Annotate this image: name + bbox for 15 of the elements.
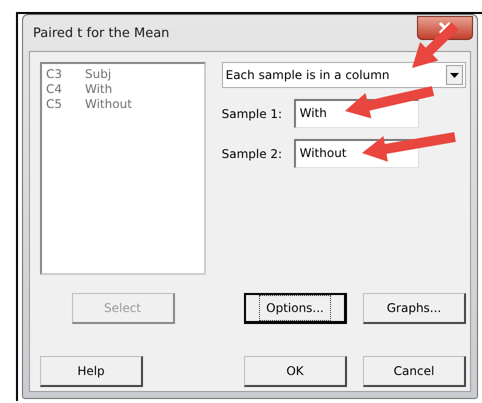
dialog-button[interactable]: OK <box>244 356 347 387</box>
variable-item[interactable]: C4 With <box>46 82 200 97</box>
variable-item[interactable]: C5 Without <box>46 97 200 112</box>
dialog-button[interactable]: Options... <box>244 293 347 324</box>
sample-label: Sample 1: <box>222 106 284 120</box>
window-title: Paired t for the Mean <box>33 26 170 40</box>
help-button[interactable]: Help <box>40 356 143 387</box>
dialog-button[interactable]: Cancel <box>363 356 466 387</box>
dropdown-caret-icon <box>450 72 459 78</box>
sample-label: Sample 2: <box>222 146 284 160</box>
pointer-arrow <box>412 22 458 68</box>
close-icon <box>438 22 452 34</box>
variable-item[interactable]: C3 Subj <box>46 67 200 82</box>
dialog-button[interactable]: Graphs... <box>363 293 466 324</box>
mode-dropdown[interactable]: Each sample is in a column <box>222 62 466 88</box>
